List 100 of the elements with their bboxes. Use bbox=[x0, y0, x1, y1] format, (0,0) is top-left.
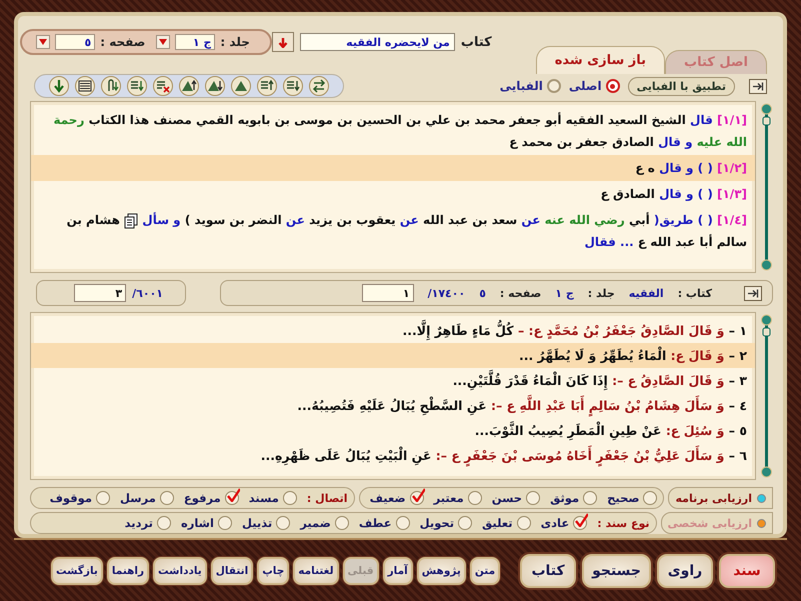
option-circle[interactable] bbox=[396, 516, 410, 530]
radio-dot[interactable] bbox=[757, 494, 766, 502]
hadith-text-line[interactable]: ١ – وَ قَالَ الصَّادِقُ جَعْفَرُ بْنُ مُحَمَّدٍ ع: – كُلُّ مَاءٍ طَاهِرٌ إِلَّا... bbox=[31, 318, 755, 343]
hadith-text-line[interactable]: ٦ – وَ سَأَلَ عَلِيُّ بْنُ جَعْفَرٍ أَخَاهُ مُوسَى بْنَ جَعْفَرٍ ع –: عَنِ الْبَيْتِ يُبَالُ عَلَى ظَهْرِهِ... bbox=[31, 443, 755, 468]
radio-circle[interactable] bbox=[606, 79, 620, 93]
swap-icon[interactable] bbox=[309, 76, 329, 96]
rating-option[interactable]: تحويل bbox=[420, 516, 472, 530]
line-field[interactable]: ٣ bbox=[74, 284, 126, 302]
hadith-line[interactable]: [١/٣] ( ) و قال الصادق ع bbox=[31, 181, 755, 207]
option-circle[interactable] bbox=[516, 516, 531, 530]
page-total: ١٧٤٠٠/ bbox=[428, 286, 466, 300]
option-circle[interactable] bbox=[276, 516, 290, 530]
radio-circle[interactable] bbox=[546, 79, 561, 93]
option-circle[interactable] bbox=[573, 516, 588, 530]
caret-icon bbox=[158, 37, 168, 47]
rating-option[interactable]: عادى bbox=[540, 516, 588, 530]
book-name: الفقيه bbox=[628, 286, 664, 300]
rating-option[interactable]: ترديد bbox=[124, 516, 171, 530]
dropdown-button[interactable] bbox=[272, 32, 294, 52]
rating-option[interactable]: صحيح bbox=[607, 491, 658, 505]
nav-button[interactable]: جستجو bbox=[582, 554, 651, 588]
rating-option[interactable]: مرفوع bbox=[184, 491, 239, 505]
rating-option[interactable]: اشاره bbox=[180, 516, 232, 530]
option-circle[interactable] bbox=[468, 491, 482, 505]
option-circle[interactable] bbox=[218, 516, 232, 530]
nav-button[interactable]: راوی bbox=[657, 554, 713, 588]
option-circle[interactable] bbox=[410, 491, 424, 505]
option-circle[interactable] bbox=[224, 491, 239, 505]
option-circle[interactable] bbox=[583, 491, 598, 505]
volume-number: ج ١ bbox=[555, 286, 574, 300]
list-icon[interactable] bbox=[75, 76, 95, 96]
option-circle[interactable] bbox=[526, 491, 540, 505]
list-down-icon[interactable] bbox=[283, 76, 303, 96]
hadith-line[interactable]: [١/١] قال الشيخ السعيد الفقيه أبو جعفر محمد بن علي بن الحسين بن موسى بن بابويه القمي مصنف هذا الكتاب رحمة الله عليه و قال الصادق جعفر بن محمد ع bbox=[31, 107, 755, 155]
evaluation-mode-option[interactable]: ارزيابى برنامه bbox=[668, 487, 773, 509]
rating-option[interactable]: معتبر bbox=[434, 491, 482, 505]
option-circle[interactable] bbox=[96, 491, 110, 505]
toolbar-button[interactable]: متن bbox=[470, 556, 500, 584]
hadith-text-line[interactable]: ٣ – وَ قَالَ الصَّادِقُ ع –: إِذَا كَانَ الْمَاءُ قَدْرَ قُلَّتَيْنِ... bbox=[31, 368, 755, 393]
list-up-icon[interactable] bbox=[257, 76, 277, 96]
option-circle[interactable] bbox=[458, 516, 472, 530]
option-circle[interactable] bbox=[643, 491, 658, 505]
group-title: نوع سند : bbox=[597, 516, 650, 530]
page-field[interactable]: ٥ bbox=[55, 34, 96, 50]
toolbar-button[interactable]: انتقال bbox=[210, 556, 254, 584]
option-circle[interactable] bbox=[282, 491, 297, 505]
radio-dot[interactable] bbox=[757, 518, 766, 528]
option-circle[interactable] bbox=[160, 491, 174, 505]
rating-option[interactable]: تذييل bbox=[242, 516, 290, 530]
rating-option[interactable]: مرسل bbox=[120, 491, 174, 505]
rating-option[interactable]: ضعيف bbox=[370, 491, 424, 505]
option-circle[interactable] bbox=[156, 516, 171, 530]
toolbar-button[interactable]: چاپ bbox=[257, 556, 290, 584]
apply-button[interactable]: تطبيق با الفبايى bbox=[628, 76, 735, 96]
rating-option[interactable]: ضمير bbox=[300, 516, 349, 530]
list-delete-icon[interactable] bbox=[153, 76, 173, 96]
rating-option[interactable]: موثق bbox=[550, 491, 598, 505]
nav-button[interactable]: كتاب bbox=[520, 554, 576, 588]
line-total: ٦٠٠١/ bbox=[132, 286, 163, 300]
volume-label: جلد : bbox=[588, 286, 615, 300]
radio-option[interactable]: اصلى bbox=[568, 79, 620, 93]
page-field[interactable]: ١ bbox=[362, 284, 414, 302]
document-icon[interactable] bbox=[124, 212, 138, 229]
hadith-text-line[interactable]: ٤ – وَ سَأَلَ هِشَامُ بْنُ سَالِمٍ أَبَا عَبْدِ اللَّهِ ع –: عَنِ السَّطْحِ يُبَالُ عَلَيْهِ فَتُصِيبُهُ... bbox=[31, 393, 755, 418]
dropdown-button[interactable] bbox=[36, 35, 50, 49]
book-field[interactable]: من لايحضره الفقيه bbox=[300, 33, 455, 51]
toolbar-button[interactable]: راهنما bbox=[106, 556, 150, 584]
rating-option[interactable]: حسن bbox=[492, 491, 540, 505]
scroll-bar[interactable] bbox=[760, 101, 773, 273]
volume-field[interactable]: ج ١ bbox=[175, 34, 216, 50]
list-down-icon[interactable] bbox=[127, 76, 147, 96]
toolbar-button[interactable]: پژوهش bbox=[416, 556, 466, 584]
scroll-bar[interactable] bbox=[760, 312, 773, 480]
hadith-text-line[interactable]: ٥ – وَ سُئِلَ ع: عَنْ طِينِ الْمَطَرِ يُصِيبُ الثَّوْبَ... bbox=[31, 418, 755, 443]
triangle-down-icon[interactable] bbox=[205, 76, 225, 96]
check-icon bbox=[410, 488, 425, 502]
collapse-icon[interactable] bbox=[749, 78, 767, 94]
nav-button[interactable]: سند bbox=[719, 554, 775, 588]
collapse-icon[interactable] bbox=[744, 286, 762, 300]
radio-option[interactable]: الفبايى bbox=[500, 79, 561, 93]
paperclip-icon[interactable] bbox=[101, 76, 121, 96]
tab[interactable]: باز سازی شده bbox=[536, 46, 666, 74]
toolbar-button[interactable]: آمار bbox=[382, 556, 413, 584]
rating-option[interactable]: مسند bbox=[248, 491, 297, 505]
down-arrow-icon bbox=[278, 36, 288, 48]
toolbar-button[interactable]: يادداشت bbox=[153, 556, 207, 584]
rating-option[interactable]: عطف bbox=[358, 516, 410, 530]
rating-option[interactable]: موقوف bbox=[50, 491, 110, 505]
toolbar-button[interactable]: لغتنامه bbox=[293, 556, 339, 584]
check-icon bbox=[574, 513, 588, 527]
page-label: صفحه : bbox=[100, 35, 146, 49]
dropdown-button[interactable] bbox=[156, 35, 170, 49]
group-title: اتصال : bbox=[306, 492, 348, 504]
triangle-up-icon[interactable] bbox=[179, 76, 199, 96]
page-number: ٥ bbox=[479, 286, 486, 300]
toolbar-button[interactable]: بازگشت bbox=[51, 556, 103, 584]
hadith-line[interactable]: [١/٤] ( ) طريق( أبي رضي الله عنه عن سعد بن عبد الله عن يعقوب بن يزيد عن النضر بن سويد ) و سأل هشام بن سالم أبا عبد الله ع ... فقال bbox=[31, 207, 755, 255]
rating-option[interactable]: تعليق bbox=[482, 516, 531, 530]
option-circle[interactable] bbox=[334, 516, 349, 530]
page-label: صفحه : bbox=[500, 286, 542, 300]
